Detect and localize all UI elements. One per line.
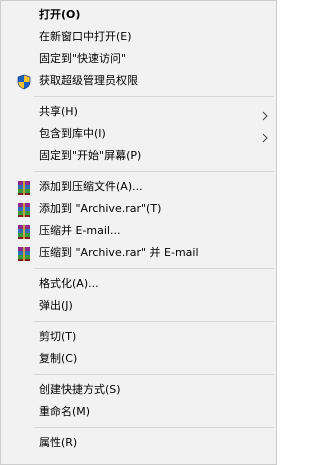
menu-item-compress-to-rar-and-email[interactable]: 压缩到 "Archive.rar" 并 E-mail xyxy=(2,242,275,264)
menu-item-label: 获取超级管理员权限 xyxy=(39,74,138,87)
menu-item-label: 共享(H) xyxy=(39,105,78,118)
menu-item-label: 固定到"快速访问" xyxy=(39,52,127,65)
menu-item-label: 压缩到 "Archive.rar" 并 E-mail xyxy=(39,246,199,259)
menu-item-pin-to-start[interactable]: 固定到"开始"屏幕(P) xyxy=(2,145,275,167)
menu-item-label: 剪切(T) xyxy=(39,330,77,343)
menu-item-pin-quick-access[interactable]: 固定到"快速访问" xyxy=(2,48,275,70)
context-menu: 打开(O) 在新窗口中打开(E) 固定到"快速访问" 获取超级管理员权限 共享(… xyxy=(0,0,277,465)
menu-item-label: 添加到 "Archive.rar"(T) xyxy=(39,202,162,215)
menu-item-label: 压缩并 E-mail... xyxy=(39,224,121,237)
menu-item-label: 打开(O) xyxy=(39,8,81,21)
winrar-icon xyxy=(16,180,32,196)
menu-item-eject[interactable]: 弹出(J) xyxy=(2,295,275,317)
menu-item-label: 弹出(J) xyxy=(39,299,73,312)
menu-item-add-to-archive-rar[interactable]: 添加到 "Archive.rar"(T) xyxy=(2,198,275,220)
menu-separator xyxy=(34,374,274,375)
menu-item-label: 创建快捷方式(S) xyxy=(39,383,121,396)
menu-item-include-in-library[interactable]: 包含到库中(I) xyxy=(2,123,275,145)
menu-item-create-shortcut[interactable]: 创建快捷方式(S) xyxy=(2,379,275,401)
menu-item-add-to-archive[interactable]: 添加到压缩文件(A)... xyxy=(2,176,275,198)
menu-separator xyxy=(34,171,274,172)
menu-item-label: 包含到库中(I) xyxy=(39,127,106,140)
menu-item-rename[interactable]: 重命名(M) xyxy=(2,401,275,423)
menu-item-open-new-window[interactable]: 在新窗口中打开(E) xyxy=(2,26,275,48)
menu-item-format[interactable]: 格式化(A)... xyxy=(2,273,275,295)
menu-item-cut[interactable]: 剪切(T) xyxy=(2,326,275,348)
chevron-right-icon xyxy=(262,129,268,143)
menu-item-label: 复制(C) xyxy=(39,352,78,365)
menu-separator xyxy=(34,268,274,269)
winrar-icon xyxy=(16,246,32,262)
menu-item-label: 属性(R) xyxy=(39,436,78,449)
menu-separator xyxy=(34,96,274,97)
menu-item-copy[interactable]: 复制(C) xyxy=(2,348,275,370)
menu-item-get-admin-rights[interactable]: 获取超级管理员权限 xyxy=(2,70,275,92)
chevron-right-icon xyxy=(262,107,268,121)
winrar-icon xyxy=(16,224,32,240)
winrar-icon xyxy=(16,202,32,218)
menu-separator xyxy=(34,427,274,428)
menu-item-share[interactable]: 共享(H) xyxy=(2,101,275,123)
menu-item-label: 固定到"开始"屏幕(P) xyxy=(39,149,142,162)
uac-shield-icon xyxy=(16,74,32,90)
menu-separator xyxy=(34,321,274,322)
menu-item-label: 在新窗口中打开(E) xyxy=(39,30,132,43)
menu-item-compress-and-email[interactable]: 压缩并 E-mail... xyxy=(2,220,275,242)
menu-item-label: 格式化(A)... xyxy=(39,277,99,290)
menu-item-label: 重命名(M) xyxy=(39,405,91,418)
menu-item-open[interactable]: 打开(O) xyxy=(2,4,275,26)
menu-item-properties[interactable]: 属性(R) xyxy=(2,432,275,454)
menu-item-label: 添加到压缩文件(A)... xyxy=(39,180,143,193)
